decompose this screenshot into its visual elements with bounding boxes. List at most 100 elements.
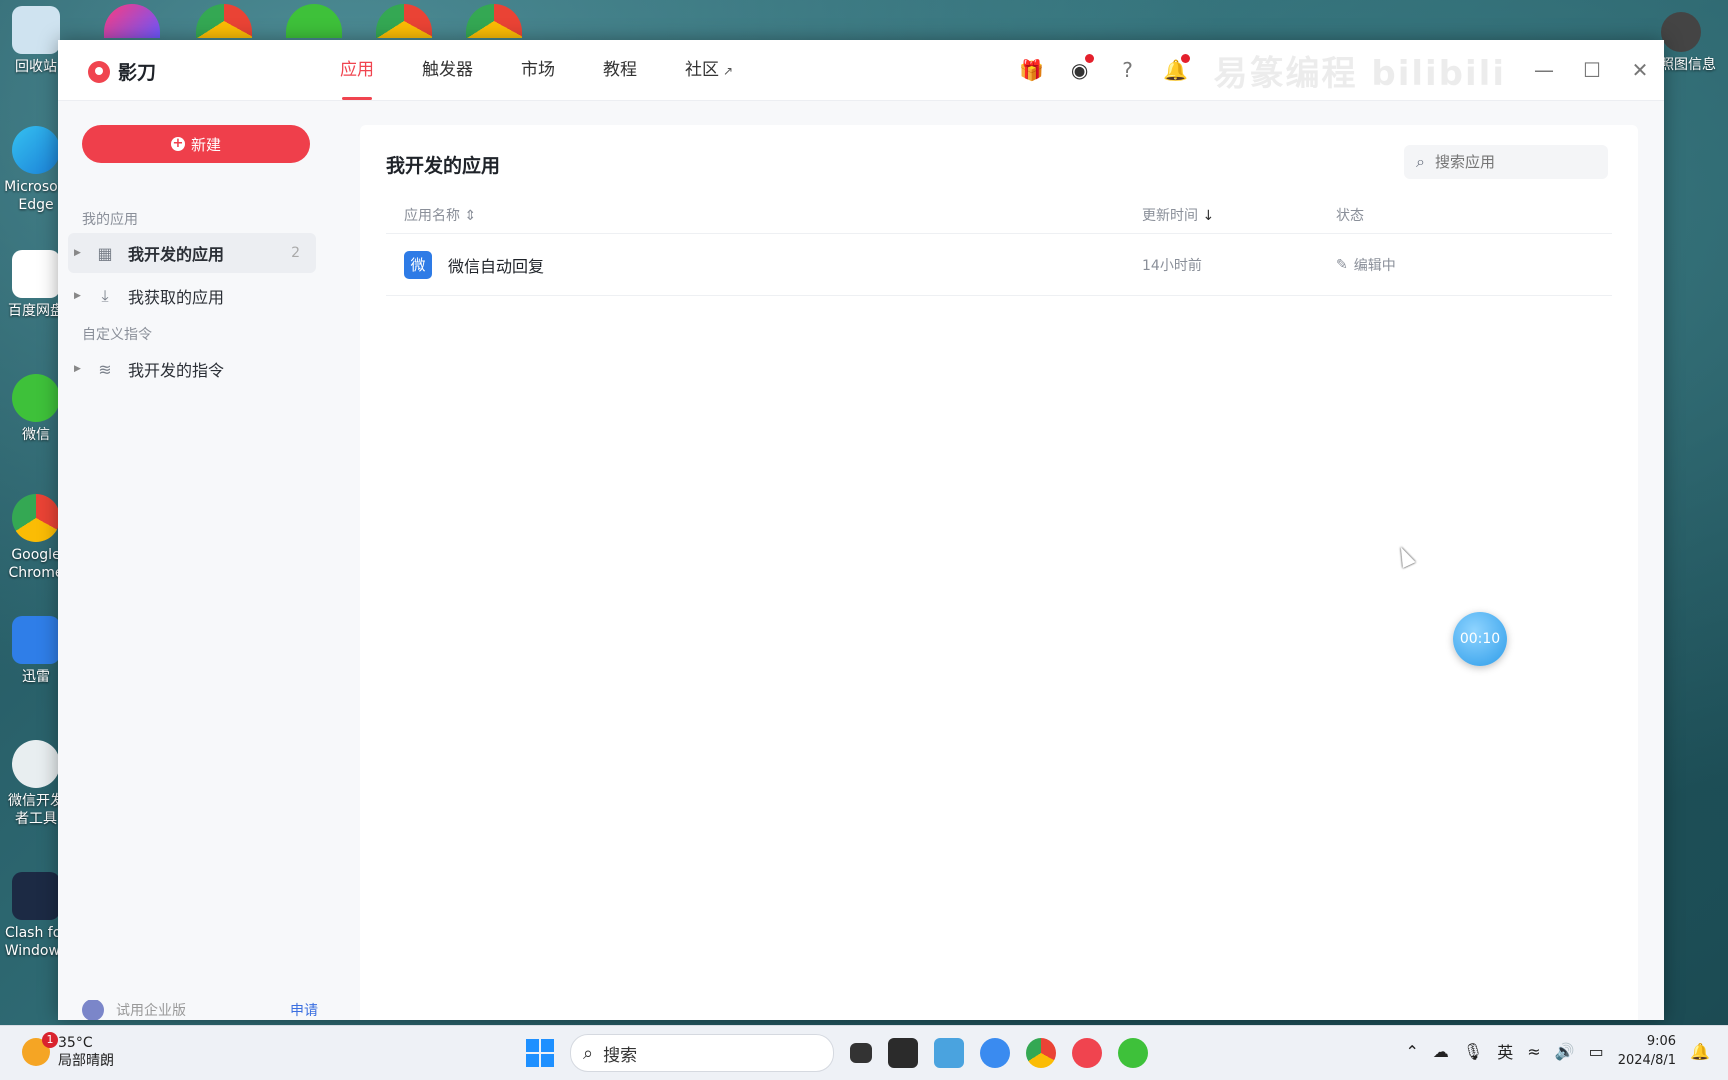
task-view-icon[interactable]	[850, 1043, 872, 1063]
taskbar-search[interactable]: ⌕ 搜索	[570, 1034, 834, 1072]
app-window: 影刀 应用 触发器 市场 教程 社区 ↗ 🎁 ◉ ? 🔔 易篆编程 bilibil…	[58, 40, 1664, 1020]
column-header-name[interactable]: 应用名称 ⇕	[404, 205, 476, 225]
page-title: 我开发的应用	[386, 155, 501, 177]
maximize-button[interactable]: ☐	[1568, 40, 1616, 100]
gift-button[interactable]: 🎁	[1008, 40, 1056, 100]
tab-apps[interactable]: 应用	[316, 40, 398, 100]
notification-dot	[1180, 54, 1190, 63]
app-icon: 微	[404, 251, 432, 279]
layers-icon: ≋	[98, 359, 112, 379]
chrome-icon[interactable]	[376, 4, 432, 38]
xunlei-icon	[12, 616, 60, 664]
desktop-icon-label: 回收站	[15, 59, 57, 75]
enterprise-apply-link[interactable]: 申请	[290, 1000, 318, 1020]
wechat-work-icon[interactable]	[286, 4, 342, 38]
item-count: 2	[291, 245, 300, 261]
taskbar-apps: ⌕ 搜索	[526, 1034, 1148, 1072]
table-row[interactable]: 微 微信自动回复 14小时前 ✎ 编辑中	[386, 235, 1612, 296]
search-input[interactable]	[1432, 152, 1587, 172]
app-name[interactable]: 微信自动回复	[448, 253, 544, 277]
desktop-icon-label: 迅雷	[22, 669, 50, 685]
section-title-my-apps: 我的应用	[82, 212, 138, 228]
enterprise-label: 试用企业版	[116, 1003, 186, 1019]
weather-text: 35°C 局部晴朗	[58, 1034, 114, 1070]
ime-indicator[interactable]: 英	[1497, 1039, 1513, 1063]
desktop-icon-label: 微信	[22, 427, 50, 443]
column-label: 应用名称	[404, 208, 460, 224]
table-header: 应用名称 ⇕ 更新时间 ↓ 状态	[386, 193, 1612, 234]
chrome-icon[interactable]	[1026, 1038, 1056, 1068]
caret-right-icon: ▶	[74, 248, 81, 258]
brand-name: 影刀	[118, 62, 157, 84]
caret-right-icon: ▶	[74, 364, 81, 374]
tab-tutorial[interactable]: 教程	[579, 40, 661, 100]
sidebar-item-developed-apps[interactable]: ▶ ▦ 我开发的应用 2	[68, 233, 316, 273]
recording-timer[interactable]: 00:10	[1453, 612, 1507, 666]
yingdao-icon[interactable]	[1072, 1038, 1102, 1068]
app-status: ✎ 编辑中	[1336, 255, 1396, 275]
title-bar-actions: 🎁 ◉ ? 🔔 易篆编程 bilibili — ☐ ✕	[1008, 40, 1664, 100]
sidebar: + 新建 我的应用 ▶ ▦ 我开发的应用 2 ▶ ⤓ 我获取的应用 自定义指令 …	[58, 101, 334, 1020]
tab-market[interactable]: 市场	[497, 40, 579, 100]
chrome-icon	[12, 494, 60, 542]
system-tray: ⌃ ☁ 🎙 英 ≈ 🔊 ▭ 9:06 2024/8/1 🔔	[1406, 1032, 1711, 1070]
edge-icon	[12, 126, 60, 174]
sidebar-item-label: 我开发的指令	[128, 361, 225, 380]
taskbar: 1 35°C 局部晴朗 ⌕ 搜索 ⌃ ☁ 🎙 英 ≈ 🔊 ▭ 9:06 2024…	[0, 1025, 1728, 1080]
desktop-icon-label: Google Chrome	[8, 547, 64, 581]
battery-icon[interactable]: ▭	[1589, 1042, 1604, 1061]
search-box[interactable]: ⌕	[1404, 145, 1608, 179]
volume-icon[interactable]: 🔊	[1555, 1042, 1575, 1061]
maximize-icon: ☐	[1583, 58, 1601, 82]
column-label: 更新时间	[1142, 208, 1198, 224]
clock-time: 9:06	[1646, 1034, 1677, 1049]
terminal-icon[interactable]	[888, 1038, 918, 1068]
new-button-label: 新建	[190, 135, 221, 154]
weather-desc: 局部晴朗	[58, 1053, 114, 1069]
notification-bell-icon[interactable]: 🔔	[1690, 1042, 1710, 1061]
windows-start-icon[interactable]	[526, 1039, 554, 1067]
search-icon: ⌕	[583, 1042, 594, 1064]
chrome-icon[interactable]	[196, 4, 252, 38]
close-button[interactable]: ✕	[1616, 40, 1664, 100]
eye-button[interactable]: ◉	[1056, 40, 1104, 100]
arrow-down-icon: ↓	[1202, 208, 1215, 224]
weather-widget[interactable]: 1 35°C 局部晴朗	[22, 1032, 114, 1070]
title-bar: 影刀 应用 触发器 市场 教程 社区 ↗ 🎁 ◉ ? 🔔 易篆编程 bilibil…	[58, 40, 1664, 101]
sort-icon: ⇕	[464, 208, 477, 224]
desktop-icon-label: 百度网盘	[8, 303, 64, 319]
weather-temp: 35°C	[58, 1035, 93, 1051]
tab-community[interactable]: 社区 ↗	[661, 40, 757, 100]
bell-button[interactable]: 🔔	[1152, 40, 1200, 100]
chevron-up-icon[interactable]: ⌃	[1406, 1042, 1419, 1061]
column-header-status: 状态	[1336, 208, 1364, 224]
sidebar-item-developed-commands[interactable]: ▶ ≋ 我开发的指令	[68, 349, 316, 389]
plus-icon: +	[170, 136, 185, 151]
cat-icon	[12, 872, 60, 920]
main-panel: 我开发的应用 ⌕ 应用名称 ⇕ 更新时间 ↓ 状态 微 微信自动回复 14小时前…	[360, 125, 1638, 1020]
wifi-icon[interactable]: ≈	[1527, 1042, 1540, 1061]
minimize-button[interactable]: —	[1520, 40, 1568, 100]
search-icon: ⌕	[1416, 152, 1425, 171]
enterprise-trial: 试用企业版 申请	[82, 1000, 318, 1020]
caret-right-icon: ▶	[74, 291, 81, 301]
wechat-icon[interactable]	[1118, 1038, 1148, 1068]
help-icon: ?	[1122, 58, 1133, 82]
new-button[interactable]: + 新建	[82, 125, 310, 163]
yingdao-logo-icon	[88, 60, 110, 83]
tab-triggers[interactable]: 触发器	[398, 40, 497, 100]
baidu-netdisk-icon[interactable]	[980, 1038, 1010, 1068]
minimize-icon: —	[1534, 58, 1554, 82]
notepad-icon[interactable]	[934, 1038, 964, 1068]
microphone-icon[interactable]: 🎙	[1463, 1042, 1483, 1061]
clock[interactable]: 9:06 2024/8/1	[1618, 1032, 1676, 1070]
cloud-icon[interactable]: ☁	[1433, 1042, 1449, 1061]
sun-icon: 1	[22, 1032, 58, 1066]
help-button[interactable]: ?	[1104, 40, 1152, 100]
intellij-icon[interactable]	[104, 4, 160, 38]
chrome-icon[interactable]	[466, 4, 522, 38]
grid-icon: ▦	[97, 243, 113, 263]
sidebar-item-acquired-apps[interactable]: ▶ ⤓ 我获取的应用	[68, 276, 316, 316]
top-nav: 应用 触发器 市场 教程 社区 ↗	[316, 40, 757, 100]
column-header-updated[interactable]: 更新时间 ↓	[1142, 205, 1214, 225]
